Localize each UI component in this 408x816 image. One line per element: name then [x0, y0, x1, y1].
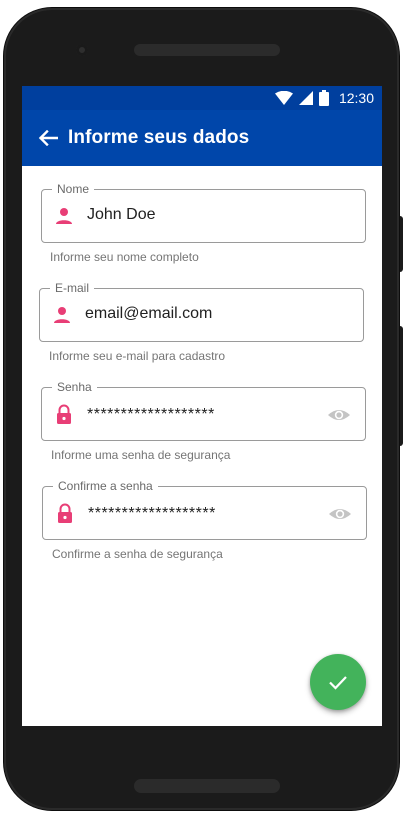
signal-icon	[298, 91, 313, 105]
name-input[interactable]	[87, 206, 317, 224]
status-time: 12:30	[338, 90, 374, 106]
name-field[interactable]: Nome	[41, 181, 366, 243]
email-input[interactable]	[85, 305, 315, 323]
lock-icon	[57, 404, 71, 424]
check-icon	[329, 676, 347, 690]
wifi-icon	[274, 91, 293, 105]
name-helper-text: Informe seu nome completo	[50, 250, 199, 264]
email-field[interactable]: E-mail	[39, 280, 364, 342]
person-icon	[56, 208, 72, 224]
password-input[interactable]: *******************	[87, 406, 317, 424]
page-title: Informe seus dados	[68, 127, 250, 148]
confirm-password-helper-text: Confirme a senha de segurança	[52, 547, 223, 561]
person-icon	[54, 307, 70, 323]
password-helper-text: Informe uma senha de segurança	[51, 448, 231, 462]
confirm-password-input[interactable]: *******************	[88, 505, 318, 523]
confirm-password-field-label: Confirme a senha	[53, 478, 158, 494]
bottom-speaker	[134, 779, 280, 793]
email-helper-text: Informe seu e-mail para cadastro	[49, 349, 226, 363]
battery-icon	[318, 90, 329, 106]
password-field-label: Senha	[52, 379, 97, 395]
front-camera	[76, 44, 88, 56]
lock-icon	[58, 503, 72, 523]
submit-button[interactable]	[310, 654, 366, 710]
arrow-left-icon	[38, 130, 58, 146]
name-field-label: Nome	[52, 181, 95, 197]
confirm-password-field[interactable]: Confirme a senha *******************	[42, 478, 367, 540]
email-field-label: E-mail	[50, 280, 95, 296]
eye-icon[interactable]	[328, 503, 352, 525]
app-bar: Informe seus dados	[22, 110, 382, 166]
password-field[interactable]: Senha *******************	[41, 379, 366, 441]
screen: 12:30 Informe seus dados Nome Informe se…	[22, 86, 382, 726]
status-bar: 12:30	[22, 86, 382, 110]
eye-icon[interactable]	[327, 404, 351, 426]
top-speaker	[134, 44, 280, 56]
